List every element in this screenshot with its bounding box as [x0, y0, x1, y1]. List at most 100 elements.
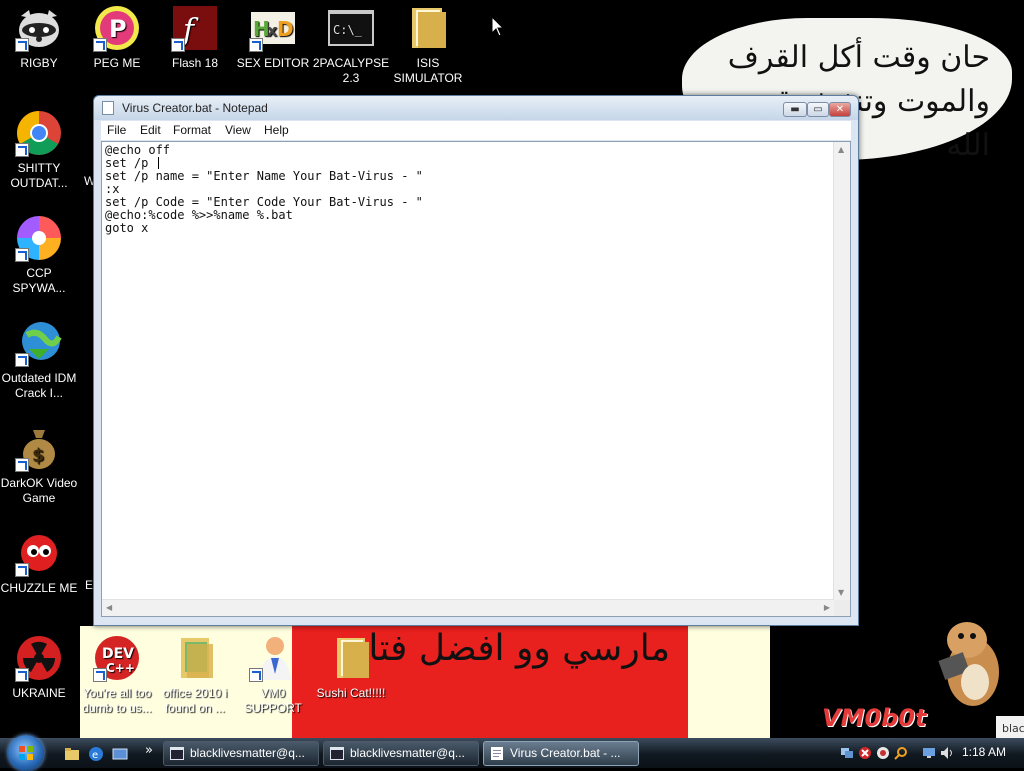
- console-icon: C:\_: [327, 4, 375, 52]
- desktop-icon-label: 2PACALYPSE 2.3: [312, 56, 390, 85]
- antivirus-icon[interactable]: [876, 746, 890, 760]
- desktop-icon-label: DarkOK Video Game: [0, 476, 78, 505]
- desktop-icon-label: Sushi Cat!!!!!: [316, 686, 386, 700]
- volume-icon[interactable]: [940, 746, 954, 760]
- menu-edit[interactable]: Edit: [140, 123, 161, 137]
- internet-explorer-icon[interactable]: e: [88, 746, 104, 762]
- search-icon[interactable]: [894, 746, 908, 760]
- quick-launch-chevron[interactable]: »: [145, 743, 153, 758]
- desktop-icon-chuzzle[interactable]: CHUZZLE ME: [0, 529, 79, 596]
- network-icon[interactable]: [840, 746, 854, 760]
- taskbar-button-label: blacklivesmatter@q...: [350, 746, 465, 760]
- desktop-icon-idm[interactable]: Outdated IDM Crack I...: [0, 319, 79, 401]
- close-button[interactable]: ✕: [829, 102, 851, 117]
- hex-editor-icon: HxD: [249, 4, 297, 52]
- globe-download-icon: [15, 319, 63, 367]
- code-line: goto x: [105, 221, 149, 235]
- window-title: Virus Creator.bat - Notepad: [122, 101, 268, 115]
- scroll-left-icon[interactable]: ◀: [106, 603, 112, 612]
- desktop-icon-peg-me[interactable]: P PEG ME: [77, 4, 157, 71]
- scroll-right-icon[interactable]: ▶: [824, 603, 830, 612]
- desktop-icon-isis-simulator[interactable]: ISIS SIMULATOR: [388, 4, 468, 86]
- desktop-icon-label: You're all too dumb to us...: [82, 686, 152, 715]
- taskbar-button-label: blacklivesmatter@q...: [190, 746, 305, 760]
- menu-view[interactable]: View: [225, 123, 251, 137]
- svg-text:$: $: [32, 445, 45, 466]
- show-desktop-icon[interactable]: [112, 746, 128, 762]
- devcpp-icon: DEV C++: [93, 634, 141, 682]
- desktop-icon-darkok[interactable]: $ DarkOK Video Game: [0, 424, 79, 506]
- code-line: set /p name = "Enter Name Your Bat-Virus…: [105, 169, 423, 183]
- folder-icon[interactable]: [64, 746, 80, 762]
- notepad-icon: [102, 101, 114, 115]
- display-icon[interactable]: [922, 746, 936, 760]
- desktop-icon-sex-editor[interactable]: HxD SEX EDITOR: [233, 4, 313, 71]
- desktop-icon-label: Outdated IDM Crack I...: [1, 371, 77, 400]
- folder-icon: [404, 4, 452, 52]
- menu-help[interactable]: Help: [264, 123, 289, 137]
- desktop-icon-label: VM0 SUPPORT: [244, 686, 302, 715]
- desktop-icon-label: SEX EDITOR: [236, 56, 310, 70]
- size-grip[interactable]: [834, 600, 850, 616]
- taskbar-button-terminal-2[interactable]: blacklivesmatter@q...: [323, 741, 479, 766]
- code-line: @echo:%code %>>%name %.bat: [105, 208, 293, 222]
- terminal-icon: [330, 747, 344, 760]
- taskbar-button-notepad[interactable]: Virus Creator.bat - ...: [483, 741, 639, 766]
- support-person-icon: [249, 634, 297, 682]
- menu-format[interactable]: Format: [173, 123, 211, 137]
- pinwheel-icon: [15, 214, 63, 262]
- windows-logo-icon: [19, 746, 33, 760]
- desktop-icon-label: ISIS SIMULATOR: [393, 56, 463, 85]
- desktop-icon-rigby[interactable]: RIGBY: [0, 4, 79, 71]
- chuzzle-icon: [15, 529, 63, 577]
- desktop-icon-label: CHUZZLE ME: [0, 581, 78, 595]
- desktop-icon-flash-18[interactable]: f Flash 18: [155, 4, 235, 71]
- scroll-down-icon[interactable]: ▼: [838, 588, 844, 597]
- desktop-icon-label: office 2010 i found on ...: [162, 686, 228, 715]
- raccoon-icon: [15, 4, 63, 52]
- desktop-icon-ukraine[interactable]: UKRAINE: [0, 634, 79, 701]
- system-tray: 1:18 AM: [836, 738, 1024, 768]
- vertical-scrollbar[interactable]: ▲ ▼: [833, 142, 850, 600]
- peg-icon: P: [93, 4, 141, 52]
- desktop-icon-2pacalypse[interactable]: C:\_ 2PACALYPSE 2.3: [311, 4, 391, 86]
- money-bag-icon: $: [15, 424, 63, 472]
- desktop-icon-sushi-cat[interactable]: Sushi Cat!!!!!: [311, 634, 391, 701]
- taskbar: e » blacklivesmatter@q... blacklivesmatt…: [0, 735, 1024, 771]
- text-editor[interactable]: @echo off set /p set /p name = "Enter Nam…: [101, 141, 851, 617]
- notepad-window[interactable]: Virus Creator.bat - Notepad ▬ ▭ ✕ File E…: [93, 95, 859, 626]
- minimize-button[interactable]: ▬: [783, 102, 807, 117]
- desktop-icon-devcpp[interactable]: DEV C++ You're all too dumb to us...: [77, 634, 157, 716]
- desktop-icon-office-2010[interactable]: office 2010 i found on ...: [155, 634, 235, 716]
- offscreen-window-peek[interactable]: blac: [996, 716, 1024, 738]
- hamster-icon: [938, 622, 999, 706]
- hidden-icon-label-e[interactable]: E: [85, 578, 93, 592]
- mouse-cursor-icon: [491, 16, 505, 37]
- menu-bar: File Edit Format View Help: [101, 121, 851, 140]
- title-bar[interactable]: Virus Creator.bat - Notepad ▬ ▭ ✕: [94, 96, 858, 120]
- desktop-icon-label: SHITTY OUTDAT...: [10, 161, 68, 190]
- maximize-button[interactable]: ▭: [807, 102, 829, 117]
- menu-file[interactable]: File: [107, 123, 126, 137]
- desktop-icon-label: Flash 18: [171, 56, 219, 70]
- clock[interactable]: 1:18 AM: [962, 745, 1006, 759]
- taskbar-button-label: Virus Creator.bat - ...: [510, 746, 621, 760]
- horizontal-scrollbar[interactable]: ◀ ▶: [102, 599, 834, 616]
- folder-icon: [327, 634, 375, 682]
- svg-text:D: D: [277, 17, 294, 41]
- text-caret: [157, 157, 159, 169]
- desktop-icon-chrome[interactable]: SHITTY OUTDAT...: [0, 109, 79, 191]
- start-button[interactable]: [8, 735, 44, 771]
- desktop-icon-label: RIGBY: [20, 56, 58, 70]
- svg-text:C:\_: C:\_: [333, 23, 363, 37]
- taskbar-button-terminal-1[interactable]: blacklivesmatter@q...: [163, 741, 319, 766]
- brand-watermark: VM0b0t: [822, 704, 927, 732]
- svg-text:C++: C++: [106, 661, 135, 675]
- flash-icon: f: [171, 4, 219, 52]
- desktop-icon-ccp-spyware[interactable]: CCP SPYWA...: [0, 214, 79, 296]
- code-content[interactable]: @echo off set /p set /p name = "Enter Nam…: [105, 144, 423, 235]
- scroll-up-icon[interactable]: ▲: [838, 145, 844, 154]
- security-alert-icon[interactable]: [858, 746, 872, 760]
- radiation-icon: [15, 634, 63, 682]
- desktop-icon-vm0-support[interactable]: VM0 SUPPORT: [233, 634, 313, 716]
